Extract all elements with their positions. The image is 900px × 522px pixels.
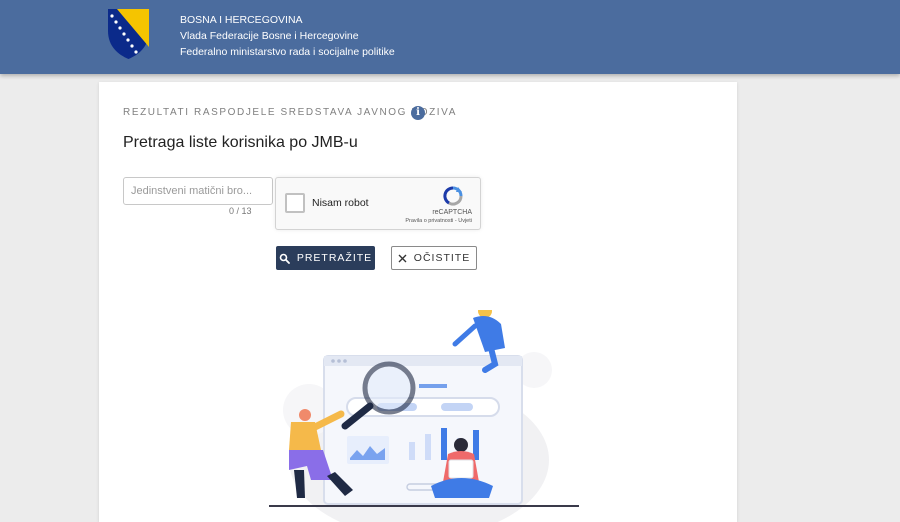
site-header: BOSNA I HERCEGOVINA Vlada Federacije Bos… — [0, 0, 900, 74]
recaptcha-widget: Nisam robot reCAPTCHA Pravila o privatno… — [275, 177, 481, 230]
info-icon[interactable]: i — [411, 106, 425, 120]
search-card: REZULTATI RASPODJELE SREDSTAVA JAVNOG PO… — [99, 82, 737, 522]
coat-of-arms-icon — [108, 9, 149, 59]
search-icon — [279, 253, 290, 264]
ministry-name: Federalno ministarstvo rada i socijalne … — [180, 46, 395, 58]
search-illustration — [269, 310, 579, 522]
country-name: BOSNA I HERCEGOVINA — [180, 14, 303, 26]
character-counter: 0 / 13 — [229, 206, 252, 216]
jmb-input[interactable] — [123, 177, 273, 205]
recaptcha-links[interactable]: Pravila o privatnosti - Uvjeti — [405, 218, 472, 224]
clear-button[interactable]: OČISTITE — [391, 246, 477, 270]
government-name: Vlada Federacije Bosne i Hercegovine — [180, 30, 359, 42]
section-overline: REZULTATI RASPODJELE SREDSTAVA JAVNOG PO… — [123, 107, 457, 118]
page-title: Pretraga liste korisnika po JMB-u — [123, 134, 358, 151]
recaptcha-label: Nisam robot — [312, 197, 369, 209]
recaptcha-brand: reCAPTCHA — [432, 209, 472, 216]
search-button-label: PRETRAŽITE — [296, 252, 373, 264]
close-icon — [398, 254, 407, 262]
search-button[interactable]: PRETRAŽITE — [276, 246, 375, 270]
organization-names: BOSNA I HERCEGOVINA Vlada Federacije Bos… — [180, 12, 395, 60]
recaptcha-checkbox[interactable] — [285, 193, 305, 213]
clear-button-label: OČISTITE — [413, 252, 471, 264]
recaptcha-logo-icon — [443, 186, 463, 206]
